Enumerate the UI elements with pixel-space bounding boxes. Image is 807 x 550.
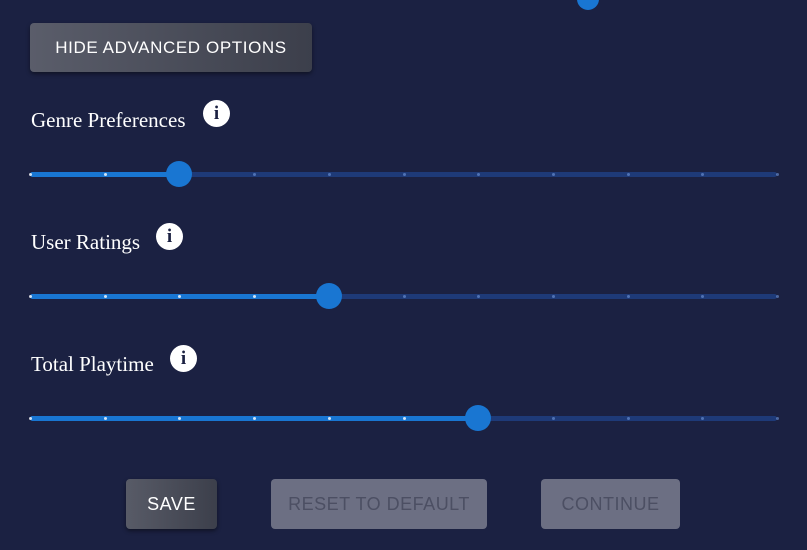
slider-step-tick — [402, 417, 406, 420]
slider-step-tick — [701, 173, 705, 176]
total-playtime-slider[interactable] — [29, 405, 779, 431]
slider-step-tick — [477, 173, 481, 176]
slider-step-tick — [626, 173, 630, 176]
slider-step-tick — [551, 295, 555, 298]
slider-step-tick — [701, 417, 705, 420]
slider-step-tick — [626, 417, 630, 420]
hide-advanced-options-button[interactable]: HIDE ADVANCED OPTIONS — [30, 23, 312, 72]
slider-label-user-ratings: User Ratings — [31, 230, 141, 254]
slider-step-tick — [29, 173, 32, 176]
slider-thumb[interactable] — [166, 161, 193, 187]
genre-preferences-slider-group: Genre Preferences i — [0, 100, 807, 200]
slider-step-tick — [776, 173, 779, 176]
user-ratings-slider[interactable] — [29, 283, 779, 309]
genre-preferences-slider[interactable] — [29, 161, 779, 187]
slider-label-genre-preferences: Genre Preferences — [31, 108, 186, 132]
previous-slider-thumb[interactable] — [577, 0, 599, 10]
info-icon[interactable]: i — [203, 100, 230, 127]
continue-button[interactable]: CONTINUE — [541, 479, 680, 529]
slider-step-tick — [776, 295, 779, 298]
slider-thumb[interactable] — [315, 283, 342, 309]
slider-step-tick — [701, 295, 705, 298]
slider-step-tick — [402, 295, 406, 298]
total-playtime-slider-group: Total Playtime i — [0, 344, 807, 444]
slider-step-tick — [103, 295, 107, 298]
slider-step-tick — [103, 417, 107, 420]
slider-label-total-playtime: Total Playtime — [31, 352, 154, 376]
slider-step-tick — [327, 173, 331, 176]
slider-step-tick — [29, 295, 32, 298]
user-ratings-slider-group: User Ratings i — [0, 222, 807, 322]
slider-step-tick — [551, 173, 555, 176]
save-button[interactable]: SAVE — [126, 479, 217, 529]
slider-step-tick — [103, 173, 107, 176]
slider-step-tick — [327, 417, 331, 420]
slider-step-tick — [626, 295, 630, 298]
info-icon[interactable]: i — [156, 223, 183, 250]
slider-step-tick — [402, 173, 406, 176]
reset-to-default-button[interactable]: RESET TO DEFAULT — [271, 479, 487, 529]
slider-step-tick — [29, 417, 32, 420]
slider-thumb[interactable] — [465, 405, 492, 431]
slider-step-tick — [551, 417, 555, 420]
info-icon[interactable]: i — [170, 345, 197, 372]
slider-step-tick — [253, 173, 257, 176]
slider-step-tick — [776, 417, 779, 420]
slider-step-tick — [477, 295, 481, 298]
